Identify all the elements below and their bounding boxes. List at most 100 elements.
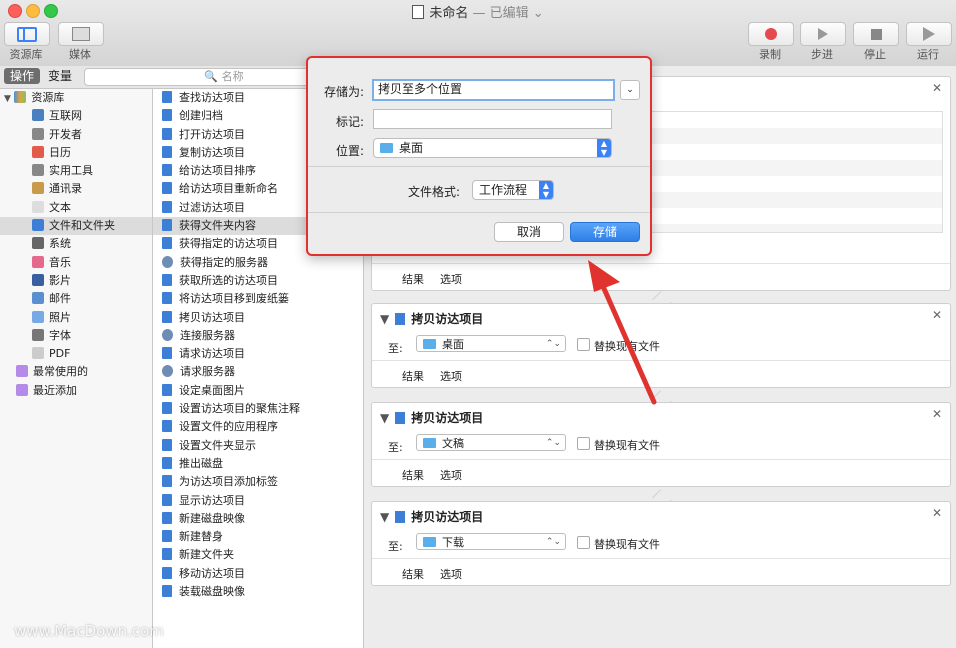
action-item[interactable]: 设置访达项目的聚焦注释 [153,400,363,418]
popup-stepper-icon: ▲ ▼ [539,181,553,199]
window-subtitle[interactable]: — 已编辑 ⌄ [472,6,543,21]
options-tab[interactable]: 选项 [440,566,462,582]
window-title: 未命名 — 已编辑 ⌄ [0,2,956,21]
save-button[interactable]: 存储 [570,222,640,242]
options-tab[interactable]: 选项 [440,467,462,483]
action-item[interactable]: 移动访达项目 [153,565,363,583]
media-label: 媒体 [69,48,91,61]
close-icon[interactable]: ✕ [932,407,942,421]
close-icon[interactable]: ✕ [932,308,942,322]
replace-existing-label: 替换现有文件 [594,538,660,551]
action-item[interactable]: 将访达项目移到废纸篓 [153,290,363,308]
results-tab[interactable]: 结果 [402,368,424,384]
finder-icon [162,127,172,140]
workflow-card-copy-finder-items[interactable]: ✕ ▼ 拷贝访达项目 至: 文稿 ⌃⌄ 替换现有文件 结果 选项 [371,402,951,487]
stop-button[interactable] [853,22,899,46]
action-item[interactable]: 显示访达项目 [153,492,363,510]
run-button[interactable] [906,22,952,46]
library-item[interactable]: 互联网 [0,107,152,125]
replace-existing-checkbox[interactable] [577,437,590,450]
library-root[interactable]: ▼ 资源库 [0,89,152,107]
disclosure-down-icon[interactable]: ▼ [380,312,389,326]
mail-icon [32,292,44,305]
options-tab[interactable]: 选项 [440,271,462,287]
library-item[interactable]: 邮件 [0,290,152,308]
disclosure-down-icon[interactable]: ▼ [380,510,389,524]
format-popup[interactable]: 工作流程 ▲ ▼ [472,180,554,200]
finder-icon [162,273,172,286]
close-icon[interactable]: ✕ [932,506,942,520]
workflow-card-copy-finder-items[interactable]: ✕ ▼ 拷贝访达项目 至: 下载 ⌃⌄ 替换现有文件 结果 选项 [371,501,951,586]
library-smart-most-used[interactable]: 最常使用的 [0,363,152,381]
results-tab[interactable]: 结果 [402,467,424,483]
tab-actions[interactable]: 操作 [4,68,41,84]
action-item[interactable]: 获取所选的访达项目 [153,272,363,290]
close-icon[interactable]: ✕ [932,81,942,95]
cal-icon [32,145,44,158]
finder-icon [162,585,172,598]
action-item[interactable]: 拷贝访达项目 [153,309,363,327]
action-item[interactable]: 设定桌面图片 [153,382,363,400]
tab-variables[interactable]: 变量 [42,68,78,84]
media-button[interactable] [58,22,104,46]
action-item[interactable]: 获得指定的服务器 [153,254,363,272]
action-item[interactable]: 新建文件夹 [153,546,363,564]
library-item[interactable]: 照片 [0,309,152,327]
action-item[interactable]: 设置文件夹显示 [153,437,363,455]
library-item[interactable]: 音乐 [0,254,152,272]
library-item[interactable]: 通讯录 [0,180,152,198]
step-button[interactable] [800,22,846,46]
action-item[interactable]: 装载磁盘映像 [153,583,363,601]
finder-icon [162,200,172,213]
library-item[interactable]: 开发者 [0,126,152,144]
finder-icon [162,310,172,323]
action-item[interactable]: 新建替身 [153,528,363,546]
finder-icon [395,412,406,424]
action-item[interactable]: 为访达项目添加标签 [153,473,363,491]
library-item[interactable]: 日历 [0,144,152,162]
destination-popup[interactable]: 桌面 ⌃⌄ [416,335,566,352]
location-popup[interactable]: 桌面 ▲ ▼ [373,138,612,158]
results-tab[interactable]: 结果 [402,271,424,287]
library-smart-recently-added[interactable]: 最近添加 [0,382,152,400]
record-button[interactable] [748,22,794,46]
disclosure-down-icon: ▼ [4,94,11,104]
expand-dialog-button[interactable]: ⌄ [620,80,640,100]
cancel-button[interactable]: 取消 [494,222,564,242]
options-tab[interactable]: 选项 [440,368,462,384]
finder-icon [162,493,172,506]
photo-icon [32,310,44,323]
finder-icon [162,219,172,232]
action-item[interactable]: 新建磁盘映像 [153,510,363,528]
server-icon [162,365,173,378]
action-item[interactable]: 推出磁盘 [153,455,363,473]
disclosure-down-icon[interactable]: ▼ [380,411,389,425]
library-item[interactable]: 文件和文件夹 [0,217,152,236]
finder-icon [395,313,406,325]
replace-existing-checkbox[interactable] [577,536,590,549]
action-item[interactable]: 设置文件的应用程序 [153,418,363,436]
library-item[interactable]: PDF [0,345,152,363]
destination-popup[interactable]: 文稿 ⌃⌄ [416,434,566,451]
action-item[interactable]: 连接服务器 [153,327,363,345]
destination-popup[interactable]: 下载 ⌃⌄ [416,533,566,550]
text-icon [32,200,44,213]
library-item[interactable]: 影片 [0,272,152,290]
tags-field[interactable] [373,109,612,129]
action-item[interactable]: 请求服务器 [153,363,363,381]
library-toggle-button[interactable] [4,22,50,46]
library-item[interactable]: 实用工具 [0,162,152,180]
action-item[interactable]: 请求访达项目 [153,345,363,363]
finder-icon [162,420,172,433]
library-item[interactable]: 文本 [0,199,152,217]
finder-icon [162,383,172,396]
finder-icon [162,145,172,158]
finder-icon [162,182,172,195]
library-item[interactable]: 系统 [0,235,152,253]
popup-stepper-icon: ▲ ▼ [597,139,611,157]
finder-icon [395,511,406,523]
library-item[interactable]: 字体 [0,327,152,345]
save-as-field[interactable]: 拷贝至多个位置 [372,79,615,101]
results-tab[interactable]: 结果 [402,566,424,582]
chevron-down-icon: ⌄ [626,85,634,95]
